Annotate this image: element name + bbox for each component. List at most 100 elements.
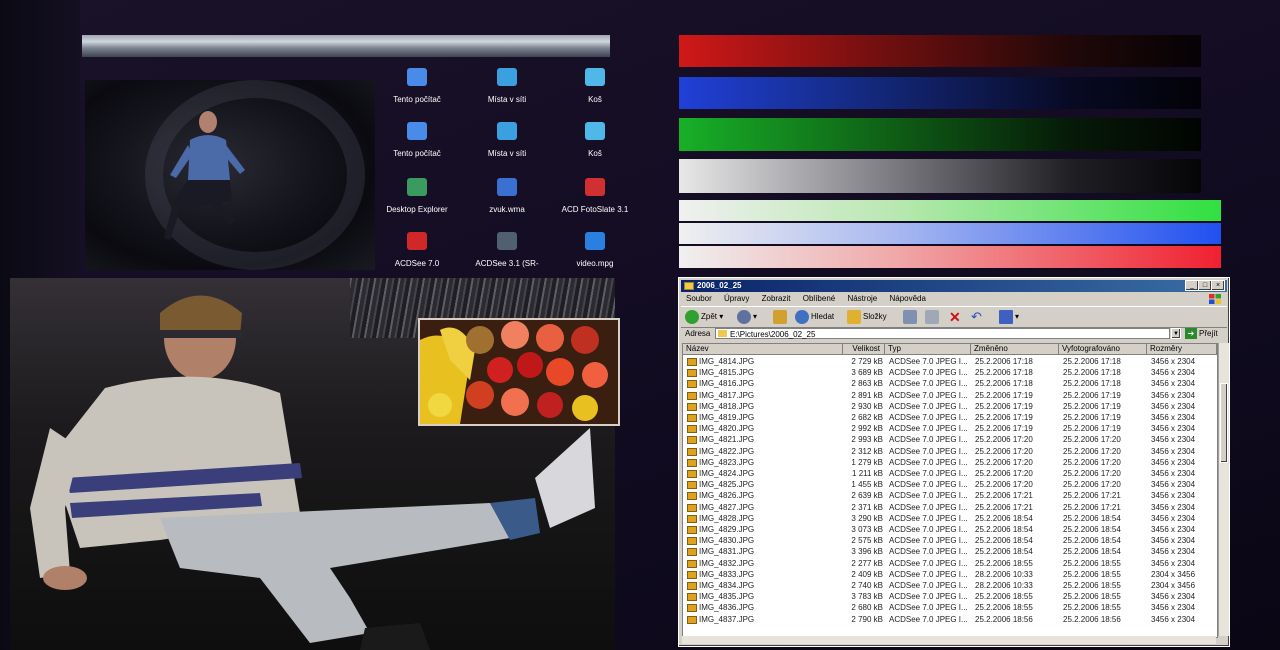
desktop-icon[interactable]: Koš [560, 68, 630, 107]
file-list[interactable]: Název Velikost Typ Změněno Vyfotografová… [682, 343, 1218, 638]
go-button[interactable]: ➔ Přejít [1185, 327, 1218, 341]
file-name: IMG_4835.JPG [699, 592, 755, 602]
table-row[interactable]: IMG_4819.JPG 2 682 kB ACDSee 7.0 JPEG I...… [683, 412, 1217, 423]
table-row[interactable]: IMG_4822.JPG 2 312 kB ACDSee 7.0 JPEG I...… [683, 446, 1217, 457]
table-row[interactable]: IMG_4830.JPG 2 575 kB ACDSee 7.0 JPEG I...… [683, 535, 1217, 546]
table-row[interactable]: IMG_4821.JPG 2 993 kB ACDSee 7.0 JPEG I...… [683, 434, 1217, 445]
table-row[interactable]: IMG_4817.JPG 2 891 kB ACDSee 7.0 JPEG I...… [683, 390, 1217, 401]
horizontal-scrollbar[interactable] [682, 636, 1216, 644]
file-size: 2 680 kB [851, 603, 883, 613]
table-row[interactable]: IMG_4836.JPG 2 680 kB ACDSee 7.0 JPEG I...… [683, 602, 1217, 613]
table-row[interactable]: IMG_4825.JPG 1 455 kB ACDSee 7.0 JPEG I...… [683, 479, 1217, 490]
file-taken: 25.2.2006 18:54 [1063, 547, 1121, 557]
desktop-icon[interactable]: Tento počítač [382, 68, 452, 107]
file-dimensions: 3456 x 2304 [1151, 603, 1196, 613]
table-row[interactable]: IMG_4818.JPG 2 930 kB ACDSee 7.0 JPEG I...… [683, 401, 1217, 412]
table-row[interactable]: IMG_4816.JPG 2 863 kB ACDSee 7.0 JPEG I...… [683, 378, 1217, 389]
file-name: IMG_4816.JPG [699, 379, 755, 389]
move-to-button[interactable] [903, 310, 919, 324]
desktop-icon[interactable]: Desktop Explorer [382, 178, 452, 217]
maximize-button[interactable]: □ [1198, 280, 1212, 291]
back-arrow-icon [685, 310, 699, 324]
file-type: ACDSee 7.0 JPEG I... [889, 603, 968, 613]
file-size: 2 863 kB [851, 379, 883, 389]
folders-button[interactable]: Složky [847, 310, 887, 324]
file-taken: 25.2.2006 17:18 [1063, 368, 1121, 378]
address-input[interactable]: E:\Pictures\2006_02_25 [715, 328, 1170, 339]
table-row[interactable]: IMG_4829.JPG 3 073 kB ACDSee 7.0 JPEG I...… [683, 524, 1217, 535]
delete-button[interactable]: ✕ [949, 310, 961, 324]
table-row[interactable]: IMG_4815.JPG 3 689 kB ACDSee 7.0 JPEG I...… [683, 367, 1217, 378]
desktop-icon[interactable]: Místa v síti [472, 122, 542, 161]
blue-ramp [679, 77, 1201, 109]
column-header-size[interactable]: Velikost [843, 344, 885, 355]
jpeg-file-icon [687, 358, 697, 366]
desktop-icon[interactable]: zvuk.wma [472, 178, 542, 217]
table-row[interactable]: IMG_4820.JPG 2 992 kB ACDSee 7.0 JPEG I...… [683, 423, 1217, 434]
file-size: 2 790 kB [851, 614, 883, 624]
back-button[interactable]: Zpět ▾ [685, 310, 723, 324]
explorer-window[interactable]: 2006_02_25 _ □ × Soubor Úpravy Zobrazit … [678, 277, 1230, 647]
desktop-icon-label: Místa v síti [487, 95, 527, 104]
table-row[interactable]: IMG_4823.JPG 1 279 kB ACDSee 7.0 JPEG I...… [683, 457, 1217, 468]
desktop-icon[interactable]: video.mpg [560, 232, 630, 271]
acdsee-old-icon [497, 232, 517, 250]
table-row[interactable]: IMG_4835.JPG 3 783 kB ACDSee 7.0 JPEG I...… [683, 591, 1217, 602]
column-header-type[interactable]: Typ [885, 344, 971, 355]
column-header-name[interactable]: Název [683, 344, 843, 355]
file-modified: 25.2.2006 17:21 [975, 502, 1033, 512]
desktop-icon-label: zvuk.wma [489, 205, 525, 214]
table-row[interactable]: IMG_4828.JPG 3 290 kB ACDSee 7.0 JPEG I...… [683, 513, 1217, 524]
table-row[interactable]: IMG_4831.JPG 3 396 kB ACDSee 7.0 JPEG I...… [683, 546, 1217, 557]
table-row[interactable]: IMG_4832.JPG 2 277 kB ACDSee 7.0 JPEG I...… [683, 558, 1217, 569]
jpeg-file-icon [687, 514, 697, 523]
menu-favorites[interactable]: Oblíbené [803, 294, 835, 303]
desktop-icon[interactable]: Koš [560, 122, 630, 161]
copy-to-button[interactable] [925, 310, 941, 324]
file-modified: 25.2.2006 17:20 [975, 457, 1033, 467]
close-button[interactable]: × [1211, 280, 1225, 291]
desktop-icon[interactable]: Tento počítač [382, 122, 452, 161]
column-header-modified[interactable]: Změněno [971, 344, 1059, 355]
green-ramp [679, 118, 1201, 151]
file-size: 3 290 kB [851, 513, 883, 523]
title-bar[interactable]: 2006_02_25 [681, 280, 1227, 292]
file-dimensions: 3456 x 2304 [1151, 513, 1196, 523]
search-button[interactable]: Hledat [795, 310, 834, 324]
file-size: 3 396 kB [851, 547, 883, 557]
desktop-icon[interactable]: ACDSee 7.0 [382, 232, 452, 271]
file-dimensions: 3456 x 2304 [1151, 614, 1196, 624]
file-modified: 25.2.2006 18:54 [975, 547, 1033, 557]
address-dropdown-button[interactable]: ▼ [1171, 328, 1181, 339]
forward-button[interactable]: ▾ [737, 310, 757, 324]
undo-button[interactable]: ↶ [971, 310, 982, 324]
up-folder-button[interactable] [773, 310, 789, 324]
table-row[interactable]: IMG_4834.JPG 2 740 kB ACDSee 7.0 JPEG I...… [683, 580, 1217, 591]
table-row[interactable]: IMG_4824.JPG 1 211 kB ACDSee 7.0 JPEG I...… [683, 468, 1217, 479]
menu-edit[interactable]: Úpravy [724, 294, 749, 303]
scrollbar-thumb[interactable] [1220, 383, 1228, 463]
views-button[interactable]: ▾ [999, 310, 1019, 324]
toolbar: Zpět ▾ ▾ Hledat Složky ✕ ↶ ▾ [681, 306, 1227, 328]
menu-tools[interactable]: Nástroje [847, 294, 877, 303]
menu-file[interactable]: Soubor [686, 294, 712, 303]
file-dimensions: 3456 x 2304 [1151, 536, 1196, 546]
menu-view[interactable]: Zobrazit [762, 294, 791, 303]
table-row[interactable]: IMG_4837.JPG 2 790 kB ACDSee 7.0 JPEG I...… [683, 614, 1217, 625]
column-header-dimensions[interactable]: Rozměry [1147, 344, 1217, 355]
minimize-button[interactable]: _ [1185, 280, 1199, 291]
table-row[interactable]: IMG_4814.JPG 2 729 kB ACDSee 7.0 JPEG I...… [683, 356, 1217, 367]
column-header-taken[interactable]: Vyfotografováno [1059, 344, 1147, 355]
file-taken: 25.2.2006 18:54 [1063, 525, 1121, 534]
menu-help[interactable]: Nápověda [889, 294, 925, 303]
table-row[interactable]: IMG_4833.JPG 2 409 kB ACDSee 7.0 JPEG I...… [683, 569, 1217, 580]
up-folder-icon [773, 310, 787, 324]
table-row[interactable]: IMG_4826.JPG 2 639 kB ACDSee 7.0 JPEG I...… [683, 490, 1217, 501]
jpeg-file-icon [687, 470, 697, 478]
vertical-scrollbar[interactable] [1218, 343, 1229, 636]
desktop-icon[interactable]: ACD FotoSlate 3.1 [560, 178, 630, 217]
table-row[interactable]: IMG_4827.JPG 2 371 kB ACDSee 7.0 JPEG I...… [683, 502, 1217, 513]
desktop-icon[interactable]: Místa v síti [472, 68, 542, 107]
file-size: 2 930 kB [851, 401, 883, 411]
file-dimensions: 2304 x 3456 [1151, 581, 1196, 590]
